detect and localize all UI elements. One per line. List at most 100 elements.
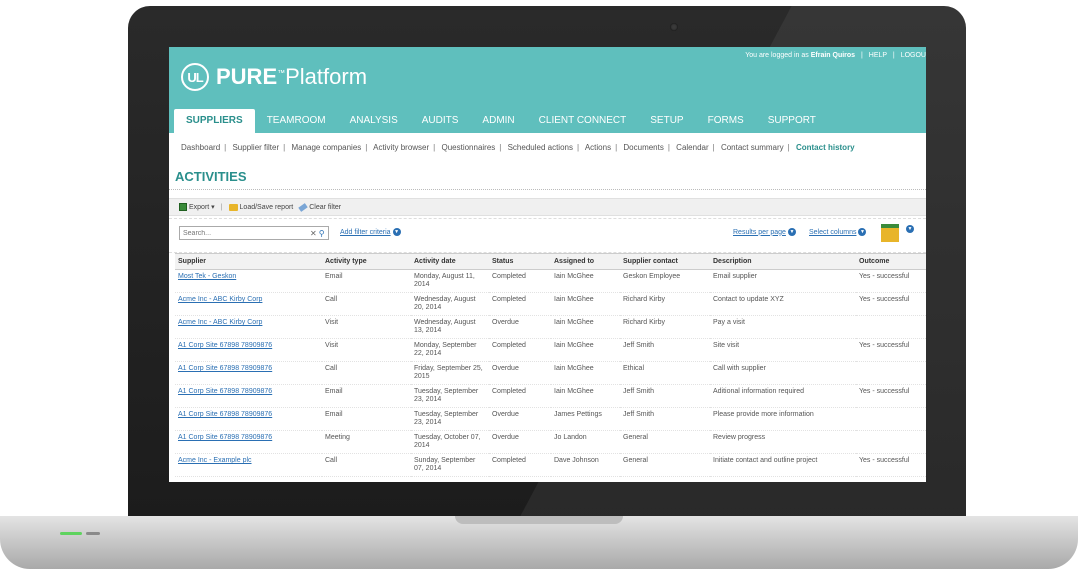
supplier-contact: Geskon Employee <box>620 269 710 293</box>
results-per-page[interactable]: Results per page ▼ <box>733 228 796 236</box>
status: Overdue <box>489 315 551 339</box>
select-columns-link[interactable]: Select columns <box>809 229 856 236</box>
column-header[interactable]: Supplier contact <box>620 253 710 270</box>
assigned-to: Iain McGhee <box>551 338 620 362</box>
supplier-link[interactable]: Most Tek - Geskon <box>178 273 236 280</box>
subnav-manage-companies[interactable]: Manage companies <box>291 143 361 152</box>
trademark: ™ <box>277 68 286 78</box>
status: Overdue <box>489 430 551 454</box>
page-title: ACTIVITIES <box>175 169 247 184</box>
subnav-calendar[interactable]: Calendar <box>676 143 708 152</box>
tab-setup[interactable]: SETUP <box>638 109 695 133</box>
supplier-link[interactable]: A1 Corp Site 67898 78909876 <box>178 365 272 372</box>
results-per-page-link[interactable]: Results per page <box>733 229 786 236</box>
supplier-contact: Jeff Smith <box>620 384 710 408</box>
supplier-link[interactable]: A1 Corp Site 67898 78909876 <box>178 342 272 349</box>
activities-table: Supplier Activity type Activity date Sta… <box>175 253 926 477</box>
tab-admin[interactable]: ADMIN <box>470 109 526 133</box>
logout-link[interactable]: LOGOU <box>901 52 926 59</box>
activity-type: Visit <box>322 315 411 339</box>
subnav-actions[interactable]: Actions <box>585 143 611 152</box>
subnav-activity-browser[interactable]: Activity browser <box>373 143 429 152</box>
status: Completed <box>489 453 551 477</box>
search-icon[interactable]: ⚲ <box>319 229 325 238</box>
table-row[interactable]: A1 Corp Site 67898 78909876 Meeting Tues… <box>175 430 926 454</box>
supplier-contact: Jeff Smith <box>620 407 710 431</box>
subnav-contact-summary[interactable]: Contact summary <box>721 143 784 152</box>
subnav-questionnaires[interactable]: Questionnaires <box>441 143 495 152</box>
table-header-row: Supplier Activity type Activity date Sta… <box>175 253 926 270</box>
supplier-link[interactable]: A1 Corp Site 67898 78909876 <box>178 388 272 395</box>
tab-suppliers[interactable]: SUPPLIERS <box>174 109 255 133</box>
help-link[interactable]: HELP <box>869 52 887 59</box>
load-save-report-button[interactable]: Load/Save report <box>228 203 294 211</box>
table-row[interactable]: Acme Inc - ABC Kirby Corp Visit Wednesda… <box>175 315 926 339</box>
add-filter-link[interactable]: Add filter criteria <box>340 229 391 236</box>
search-input[interactable] <box>180 229 308 237</box>
activity-date: Sunday, September 07, 2014 <box>411 453 489 477</box>
ul-pure-logo[interactable]: UL PURE™Platform <box>181 63 367 91</box>
outcome: Yes - successful <box>856 269 926 293</box>
supplier-contact: General <box>620 430 710 454</box>
supplier-link[interactable]: A1 Corp Site 67898 78909876 <box>178 411 272 418</box>
tab-teamroom[interactable]: TEAMROOM <box>255 109 338 133</box>
tab-client-connect[interactable]: CLIENT CONNECT <box>527 109 639 133</box>
column-header[interactable]: Activity type <box>322 253 411 270</box>
power-led <box>60 532 82 535</box>
subnav-contact-history[interactable]: Contact history <box>796 143 855 152</box>
chevron-down-icon[interactable]: ▼ <box>858 228 867 236</box>
supplier-contact: General <box>620 453 710 477</box>
activity-date: Tuesday, September 23, 2014 <box>411 407 489 431</box>
activity-type: Visit <box>322 338 411 362</box>
subnav-supplier-filter[interactable]: Supplier filter <box>232 143 279 152</box>
status-led <box>86 532 100 535</box>
clear-filter-button[interactable]: Clear filter <box>298 202 341 212</box>
subnav-documents[interactable]: Documents <box>623 143 663 152</box>
supplier-link[interactable]: Acme Inc - Example plc <box>178 457 252 464</box>
chevron-down-icon[interactable]: ▼ <box>392 228 401 236</box>
table-row[interactable]: A1 Corp Site 67898 78909876 Call Friday,… <box>175 361 926 385</box>
outcome <box>856 315 926 339</box>
column-header[interactable]: Status <box>489 253 551 270</box>
load-save-label: Load/Save report <box>239 203 294 211</box>
user-name[interactable]: Efrain Quiros <box>811 52 855 59</box>
table-row[interactable]: A1 Corp Site 67898 78909876 Email Tuesda… <box>175 407 926 431</box>
column-header[interactable]: Outcome <box>856 253 926 270</box>
assigned-to: Dave Johnson <box>551 453 620 477</box>
activity-type: Call <box>322 361 411 385</box>
column-header[interactable]: Supplier <box>175 253 322 270</box>
column-header[interactable]: Description <box>710 253 856 270</box>
top-header: You are logged in as Efrain Quiros | HEL… <box>169 47 926 133</box>
supplier-link[interactable]: Acme Inc - ABC Kirby Corp <box>178 296 262 303</box>
tab-support[interactable]: SUPPORT <box>756 109 828 133</box>
tab-analysis[interactable]: ANALYSIS <box>338 109 410 133</box>
table-row[interactable]: Acme Inc - Example plc Call Sunday, Sept… <box>175 453 926 477</box>
supplier-link[interactable]: A1 Corp Site 67898 78909876 <box>178 434 272 441</box>
table-row[interactable]: Acme Inc - ABC Kirby Corp Call Wednesday… <box>175 292 926 316</box>
table-row[interactable]: Most Tek - Geskon Email Monday, August 1… <box>175 269 926 293</box>
table-row[interactable]: A1 Corp Site 67898 78909876 Visit Monday… <box>175 338 926 362</box>
eraser-icon <box>298 202 308 212</box>
export-button[interactable]: Export ▾ <box>179 203 215 211</box>
clear-search-icon[interactable]: ✕ <box>310 229 317 238</box>
supplier-link[interactable]: Acme Inc - ABC Kirby Corp <box>178 319 262 326</box>
subnav-scheduled-actions[interactable]: Scheduled actions <box>508 143 573 152</box>
chevron-down-icon[interactable]: ▼ <box>787 228 796 236</box>
activity-type: Meeting <box>322 430 411 454</box>
activity-date: Wednesday, August 13, 2014 <box>411 315 489 339</box>
select-columns[interactable]: Select columns ▼ <box>809 228 867 236</box>
subnav-dashboard[interactable]: Dashboard <box>181 143 220 152</box>
column-header[interactable]: Activity date <box>411 253 489 270</box>
logo-brand-light: Platform <box>285 64 368 89</box>
tab-forms[interactable]: FORMS <box>696 109 756 133</box>
description: Contact to update XYZ <box>710 292 856 316</box>
tab-audits[interactable]: AUDITS <box>410 109 471 133</box>
supplier-contact: Richard Kirby <box>620 292 710 316</box>
column-header[interactable]: Assigned to <box>551 253 620 270</box>
activity-date: Monday, September 22, 2014 <box>411 338 489 362</box>
assigned-to: James Pettings <box>551 407 620 431</box>
table-row[interactable]: A1 Corp Site 67898 78909876 Email Tuesda… <box>175 384 926 408</box>
column-settings-icon[interactable] <box>881 224 899 242</box>
add-filter-criteria[interactable]: Add filter criteria ▼ <box>340 228 401 236</box>
chevron-down-icon[interactable]: ▼ <box>906 225 914 233</box>
